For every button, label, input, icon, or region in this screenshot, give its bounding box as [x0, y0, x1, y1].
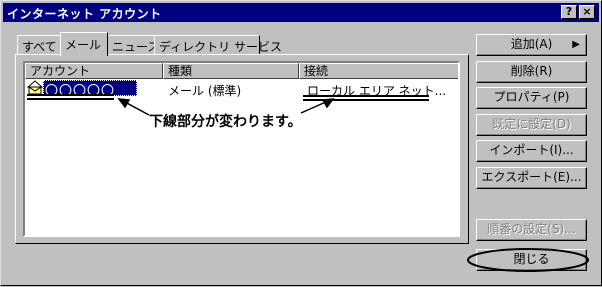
account-list[interactable]: アカウント 種類 接続 〇〇〇〇〇 メール (標準) ローカル エリア ネット.… — [23, 61, 460, 237]
properties-button[interactable]: プロパティ(P) — [476, 87, 587, 109]
set-default-button: 既定に設定(D) — [476, 114, 587, 136]
table-row-selected[interactable]: 〇〇〇〇〇 — [43, 80, 137, 99]
internet-accounts-dialog: インターネット アカウント ? × すべて メール ニュース ディレクトリ サー… — [0, 0, 602, 286]
column-header-account[interactable]: アカウント — [25, 63, 163, 79]
add-button-label: 追加(A) — [510, 37, 553, 51]
export-button[interactable]: エクスポート(E)... — [476, 167, 587, 189]
account-type: メール (標準) — [168, 84, 242, 98]
annotation-text: 下線部分が変わります。 — [149, 114, 302, 130]
tab-mail[interactable]: メール — [60, 32, 108, 56]
tab-all[interactable]: すべて — [17, 35, 62, 55]
column-header-connection[interactable]: 接続 — [299, 63, 458, 79]
column-header-type[interactable]: 種類 — [163, 63, 299, 79]
account-name: 〇〇〇〇〇 — [45, 84, 116, 99]
tab-directory-services[interactable]: ディレクトリ サービス — [154, 35, 282, 55]
title-bar[interactable]: インターネット アカウント ? × — [3, 3, 599, 22]
window-title: インターネット アカウント — [7, 7, 162, 21]
set-order-button: 順番の設定(S)... — [476, 219, 587, 241]
add-button[interactable]: 追加(A) ▶ — [476, 34, 587, 56]
close-window-button[interactable]: × — [579, 5, 595, 19]
help-button[interactable]: ? — [561, 5, 577, 19]
import-button[interactable]: インポート(I)... — [476, 140, 587, 162]
account-connection: ローカル エリア ネット... — [307, 84, 447, 98]
submenu-arrow-icon: ▶ — [572, 39, 580, 50]
delete-button[interactable]: 削除(R) — [476, 61, 587, 83]
close-button[interactable]: 閉じる — [476, 249, 587, 271]
tab-news[interactable]: ニュース — [107, 35, 159, 55]
mail-account-icon — [27, 80, 43, 95]
